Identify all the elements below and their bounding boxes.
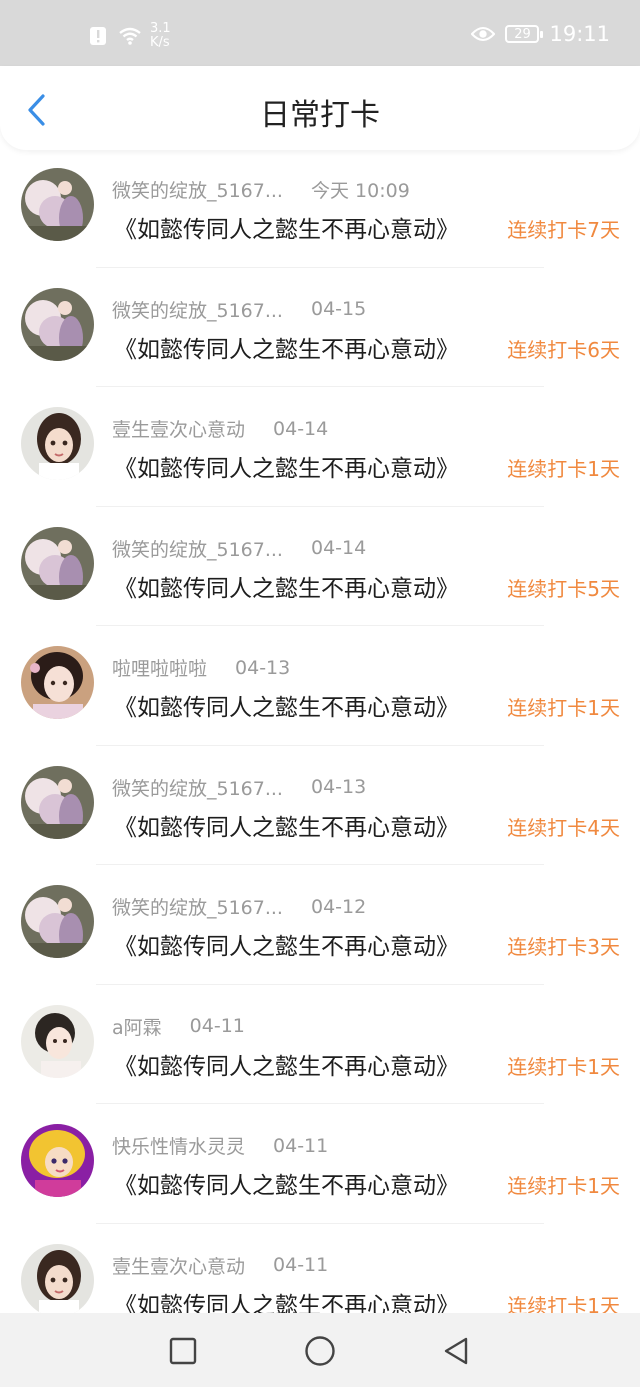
- checkin-time: 04-14: [310, 537, 367, 559]
- book-title[interactable]: 《如懿传同人之懿生不再心意动》: [114, 927, 459, 961]
- streak-label: 连续打卡4天: [507, 815, 620, 840]
- recent-apps-button[interactable]: [163, 1331, 203, 1371]
- status-right: 29 19:11: [471, 22, 610, 46]
- username[interactable]: 微笑的绽放_5167...: [112, 535, 283, 562]
- avatar[interactable]: [21, 1004, 94, 1078]
- network-speed: 3.1 K/s: [150, 22, 171, 50]
- avatar[interactable]: [21, 526, 94, 600]
- checkin-meta: 啦哩啦啦啦 04-13: [112, 654, 290, 681]
- home-icon: [305, 1336, 335, 1366]
- checkin-meta: 微笑的绽放_5167... 今天 10:09: [112, 176, 410, 203]
- checkin-item[interactable]: 微笑的绽放_5167... 04-12 《如懿传同人之懿生不再心意动》 连续打卡3天: [0, 865, 640, 985]
- status-time: 19:11: [549, 22, 610, 46]
- streak-label: 连续打卡6天: [507, 337, 620, 362]
- back-icon: [444, 1337, 468, 1365]
- username[interactable]: 快乐性情水灵灵: [112, 1132, 245, 1159]
- checkin-meta: 微笑的绽放_5167... 04-13: [112, 774, 366, 801]
- book-title[interactable]: 《如懿传同人之懿生不再心意动》: [114, 1047, 459, 1081]
- checkin-item[interactable]: 啦哩啦啦啦 04-13 《如懿传同人之懿生不再心意动》 连续打卡1天: [0, 626, 640, 746]
- checkin-item[interactable]: 微笑的绽放_5167... 04-13 《如懿传同人之懿生不再心意动》 连续打卡4天: [0, 746, 640, 865]
- checkin-list[interactable]: 微笑的绽放_5167... 今天 10:09 《如懿传同人之懿生不再心意动》 连续打卡…: [0, 148, 640, 1343]
- username[interactable]: 微笑的绽放_5167...: [112, 893, 283, 920]
- checkin-meta: 微笑的绽放_5167... 04-14: [112, 535, 366, 562]
- book-title[interactable]: 《如懿传同人之懿生不再心意动》: [114, 688, 459, 722]
- username[interactable]: 啦哩啦啦啦: [112, 654, 207, 681]
- checkin-time: 04-11: [189, 1015, 245, 1037]
- checkin-item[interactable]: 微笑的绽放_5167... 04-14 《如懿传同人之懿生不再心意动》 连续打卡5天: [0, 507, 640, 626]
- checkin-item[interactable]: 微笑的绽放_5167... 04-15 《如懿传同人之懿生不再心意动》 连续打卡6天: [0, 268, 640, 387]
- checkin-meta: 微笑的绽放_5167... 04-15: [112, 296, 366, 323]
- recent-apps-icon: [169, 1337, 197, 1365]
- alert-icon: [86, 24, 110, 48]
- checkin-time: 04-14: [273, 417, 329, 440]
- checkin-time: 04-11: [273, 1254, 329, 1276]
- checkin-item[interactable]: 微笑的绽放_5167... 今天 10:09 《如懿传同人之懿生不再心意动》 连续打卡…: [0, 148, 640, 268]
- checkin-meta: 壹生壹次心意动 04-14: [112, 415, 328, 442]
- page-title: 日常打卡: [260, 98, 380, 133]
- book-title[interactable]: 《如懿传同人之懿生不再心意动》: [114, 569, 459, 603]
- network-speed-value: 3.1: [150, 21, 171, 36]
- checkin-item[interactable]: 快乐性情水灵灵 04-11 《如懿传同人之懿生不再心意动》 连续打卡1天: [0, 1104, 640, 1224]
- avatar[interactable]: [21, 765, 94, 839]
- streak-label: 连续打卡3天: [507, 935, 620, 959]
- avatar[interactable]: [21, 885, 94, 958]
- avatar[interactable]: [21, 1124, 94, 1197]
- avatar[interactable]: [21, 287, 94, 361]
- network-speed-unit: K/s: [150, 35, 170, 50]
- username[interactable]: 微笑的绽放_5167...: [112, 296, 283, 323]
- username[interactable]: 微笑的绽放_5167...: [112, 176, 283, 203]
- streak-label: 连续打卡5天: [507, 576, 620, 601]
- battery-icon: 29: [505, 25, 544, 43]
- eye-icon: [471, 22, 496, 46]
- avatar[interactable]: [21, 646, 94, 719]
- username[interactable]: 壹生壹次心意动: [112, 1252, 245, 1279]
- checkin-item[interactable]: a阿霖 04-11 《如懿传同人之懿生不再心意动》 连续打卡1天: [0, 985, 640, 1104]
- book-title[interactable]: 《如懿传同人之懿生不再心意动》: [114, 449, 459, 483]
- book-title[interactable]: 《如懿传同人之懿生不再心意动》: [114, 1166, 459, 1200]
- checkin-meta: 快乐性情水灵灵 04-11: [112, 1132, 328, 1159]
- username[interactable]: a阿霖: [112, 1013, 162, 1040]
- checkin-time: 04-15: [310, 298, 367, 320]
- status-bar: 3.1 K/s 29 19:11: [0, 0, 640, 66]
- avatar[interactable]: [21, 407, 94, 480]
- streak-label: 连续打卡1天: [507, 1174, 620, 1198]
- streak-label: 连续打卡1天: [507, 696, 620, 720]
- checkin-time: 04-12: [310, 895, 367, 918]
- streak-label: 连续打卡1天: [507, 1054, 620, 1079]
- page-header: 日常打卡: [0, 66, 640, 150]
- avatar[interactable]: [21, 1243, 94, 1317]
- username[interactable]: 微笑的绽放_5167...: [112, 774, 283, 801]
- system-nav-bar: [0, 1313, 640, 1387]
- book-title[interactable]: 《如懿传同人之懿生不再心意动》: [114, 330, 459, 364]
- streak-label: 连续打卡1天: [507, 457, 620, 481]
- checkin-item[interactable]: 壹生壹次心意动 04-14 《如懿传同人之懿生不再心意动》 连续打卡1天: [0, 387, 640, 507]
- checkin-time: 04-11: [273, 1134, 329, 1157]
- checkin-meta: 微笑的绽放_5167... 04-12: [112, 893, 366, 920]
- checkin-meta: a阿霖 04-11: [112, 1013, 245, 1040]
- streak-label: 连续打卡7天: [507, 218, 620, 242]
- avatar[interactable]: [21, 168, 94, 241]
- checkin-time: 04-13: [310, 776, 367, 798]
- wifi-icon: [118, 24, 142, 48]
- book-title[interactable]: 《如懿传同人之懿生不再心意动》: [114, 210, 459, 244]
- checkin-time: 04-13: [235, 656, 291, 679]
- status-left: 3.1 K/s: [86, 22, 171, 50]
- book-title[interactable]: 《如懿传同人之懿生不再心意动》: [114, 808, 459, 842]
- checkin-meta: 壹生壹次心意动 04-11: [112, 1252, 328, 1279]
- battery-level: 29: [514, 26, 531, 42]
- home-button[interactable]: [300, 1331, 340, 1371]
- system-back-button[interactable]: [436, 1331, 476, 1371]
- checkin-time: 今天 10:09: [310, 180, 410, 202]
- username[interactable]: 壹生壹次心意动: [112, 415, 245, 442]
